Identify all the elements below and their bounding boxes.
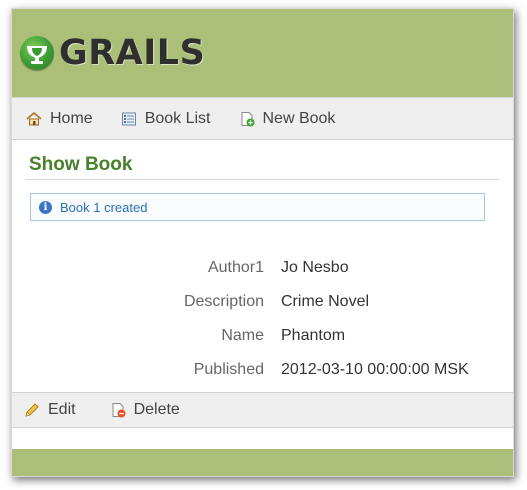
property-row-published: Published 2012-03-10 00:00:00 MSK — [26, 353, 499, 387]
property-row-description: Description Crime Novel — [26, 285, 499, 319]
page-title: Show Book — [26, 152, 499, 180]
property-value: 2012-03-10 00:00:00 MSK — [281, 361, 469, 378]
delete-document-icon — [112, 403, 126, 418]
button-bar: Edit Delete — [12, 392, 513, 428]
property-list: Author1 Jo Nesbo Description Crime Novel… — [26, 251, 499, 387]
logo-text: GRAILS — [59, 33, 206, 73]
property-row-name: Name Phantom — [26, 319, 499, 353]
flash-message: i Book 1 created — [30, 193, 485, 221]
property-value: Phantom — [281, 327, 346, 344]
edit-button[interactable]: Edit — [24, 401, 76, 419]
nav-new-book[interactable]: New Book — [239, 109, 336, 128]
property-row-author: Author1 Jo Nesbo — [26, 251, 499, 285]
property-label: Author1 — [207, 259, 264, 276]
edit-button-label: Edit — [48, 401, 76, 418]
property-label: Published — [193, 361, 264, 378]
property-value: Jo Nesbo — [281, 259, 349, 276]
app-window: GRAILS Home Book List New Book Show Book… — [11, 8, 514, 477]
home-icon — [26, 111, 42, 125]
main-content: Show Book i Book 1 created Author1 Jo Ne… — [12, 140, 513, 387]
nav-bar: Home Book List New Book — [12, 97, 513, 140]
nav-new-book-label: New Book — [262, 109, 336, 127]
delete-button-label: Delete — [133, 401, 180, 418]
nav-book-list-label: Book List — [144, 109, 211, 127]
flash-message-text: Book 1 created — [60, 199, 148, 215]
new-document-icon — [241, 111, 254, 126]
nav-home[interactable]: Home — [26, 110, 93, 128]
list-icon — [121, 112, 136, 125]
nav-book-list[interactable]: Book List — [121, 110, 211, 128]
delete-button[interactable]: Delete — [110, 401, 180, 419]
info-icon: i — [39, 200, 52, 214]
pencil-icon — [25, 403, 39, 417]
nav-home-label: Home — [50, 109, 93, 127]
footer — [12, 449, 513, 476]
grails-logo[interactable]: GRAILS — [20, 33, 205, 73]
grails-cup-icon — [20, 36, 54, 70]
property-label: Description — [183, 293, 264, 310]
header: GRAILS — [12, 9, 513, 97]
property-label: Name — [221, 327, 264, 344]
property-value: Crime Novel — [281, 293, 370, 310]
